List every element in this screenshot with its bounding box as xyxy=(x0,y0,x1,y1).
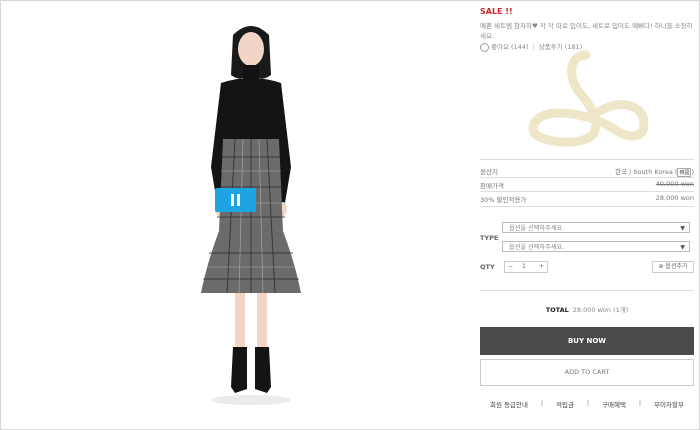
like-icon[interactable] xyxy=(480,42,489,52)
qty-value[interactable]: 1 xyxy=(522,262,526,272)
brand-logo xyxy=(528,50,648,147)
price-row: 판매가격 40,000 won xyxy=(480,180,694,190)
add-option-button[interactable]: ⊕ 옵션추가 xyxy=(652,261,694,273)
product-description: 예쁜 세트템 참차하♥ 각 각 따로 입어도, 세트로 입어도 예뻐다! 하니들… xyxy=(480,22,693,40)
link-points[interactable]: 적립금 xyxy=(556,399,574,409)
price-label: 판매가격 xyxy=(480,182,504,190)
pause-icon xyxy=(231,194,234,206)
total-value: 28,000 won (1개) xyxy=(572,306,629,314)
pause-button[interactable] xyxy=(215,188,256,212)
price-value: 40,000 won xyxy=(655,180,694,188)
option-select-1[interactable]: 옵션을 선택하주세요. ▼ xyxy=(502,222,690,233)
discount-label: 30% 할인적용가 xyxy=(480,196,527,204)
chevron-down-icon: ▼ xyxy=(680,225,685,232)
total-row: TOTAL 28,000 won (1개) xyxy=(480,304,694,314)
add-to-cart-button[interactable]: ADD TO CART xyxy=(480,359,694,386)
origin-badge: 韓國 xyxy=(677,168,692,177)
floor-shadow xyxy=(211,395,291,405)
quantity-stepper[interactable]: − 1 + xyxy=(504,261,548,273)
link-installment[interactable]: 무이자할부 xyxy=(654,399,684,409)
qty-plus-button[interactable]: + xyxy=(539,262,544,272)
product-info-panel: SALE !! 예쁜 세트템 참차하♥ 각 각 따로 입어도, 세트로 입어도 … xyxy=(480,1,694,427)
type-label: TYPE xyxy=(480,234,499,242)
qty-label: QTY xyxy=(480,263,495,271)
total-label: TOTAL xyxy=(545,306,569,314)
origin-label: 원산지 xyxy=(480,168,498,176)
origin-row: 원산지 한국 / South Korea (韓國) xyxy=(480,168,694,177)
product-video[interactable] xyxy=(1,1,471,429)
link-benefits[interactable]: 구매혜택 xyxy=(602,399,626,409)
sale-label: SALE !! xyxy=(480,7,513,16)
origin-value: 한국 / South Korea xyxy=(615,168,673,176)
buy-now-button[interactable]: BUY NOW xyxy=(480,327,694,355)
footer-links: 회원 등급안내 | 적립금 | 구매혜택 | 무이자할부 xyxy=(490,399,684,409)
link-membership[interactable]: 회원 등급안내 xyxy=(490,399,528,409)
discount-value: 28,000 won xyxy=(655,194,694,202)
option-select-2[interactable]: 옵션을 선택하주세요. ▼ xyxy=(502,241,690,252)
chevron-down-icon: ▼ xyxy=(680,244,685,251)
discount-row: 30% 할인적용가 28,000 won xyxy=(480,194,694,204)
plus-circle-icon: ⊕ xyxy=(658,263,664,270)
model-figure xyxy=(201,26,301,393)
divider xyxy=(480,159,694,160)
likes-count[interactable]: 좋아요 (144) xyxy=(491,43,529,51)
qty-minus-button[interactable]: − xyxy=(508,262,513,272)
